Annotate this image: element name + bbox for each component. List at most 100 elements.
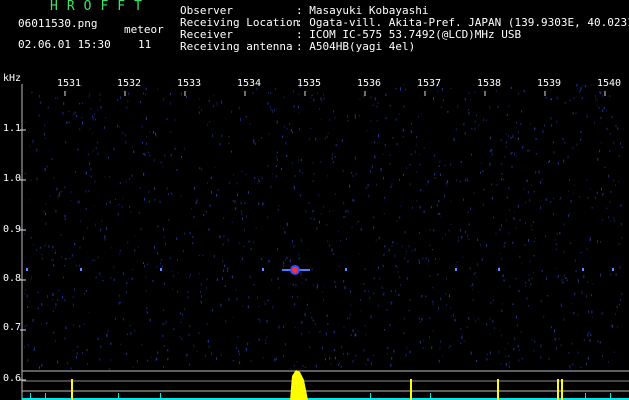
noise-dot	[88, 189, 90, 193]
noise-dot	[587, 197, 589, 199]
noise-dot	[522, 358, 523, 360]
noise-dot	[410, 153, 412, 156]
x-tick-label: 1532	[117, 78, 142, 89]
noise-dot	[440, 341, 441, 343]
echo-power-bar	[71, 379, 73, 400]
noise-dot	[576, 84, 578, 87]
noise-dot	[54, 307, 56, 309]
noise-dot	[239, 361, 241, 365]
noise-dot	[45, 137, 47, 139]
x-tick-label: 1535	[297, 78, 322, 89]
noise-dot	[299, 128, 301, 131]
echo-trace	[262, 268, 264, 271]
noise-dot	[389, 154, 391, 156]
noise-dot	[483, 188, 485, 191]
noise-dot	[220, 354, 222, 357]
noise-dot	[299, 169, 301, 172]
noise-dot	[569, 99, 571, 102]
noise-dot	[95, 223, 96, 227]
noise-dot	[378, 304, 380, 307]
noise-dot	[431, 346, 433, 349]
noise-dot	[551, 98, 552, 100]
noise-dot	[63, 276, 65, 279]
noise-dot	[212, 105, 214, 108]
noise-dot	[301, 172, 303, 174]
noise-dot	[396, 266, 398, 269]
noise-dot	[177, 272, 179, 275]
noise-dot	[450, 200, 452, 202]
noise-dot	[585, 362, 587, 366]
noise-dot	[588, 331, 590, 334]
noise-dot	[480, 171, 482, 174]
noise-dot	[589, 339, 591, 342]
noise-dot	[70, 191, 72, 194]
noise-dot	[355, 333, 357, 337]
noise-dot	[298, 93, 300, 95]
noise-dot	[264, 339, 266, 341]
noise-dot	[100, 345, 102, 348]
noise-dot	[500, 163, 502, 165]
noise-dot	[620, 299, 621, 301]
noise-dot	[419, 163, 421, 166]
noise-dot	[549, 160, 550, 162]
noise-dot	[64, 218, 66, 220]
noise-dot	[79, 246, 81, 249]
noise-dot	[162, 165, 164, 168]
noise-dot	[92, 132, 94, 134]
noise-dot	[601, 312, 603, 315]
noise-dot	[165, 320, 167, 323]
echo-trace	[612, 268, 614, 271]
noise-dot	[71, 254, 73, 257]
noise-dot	[209, 204, 211, 208]
noise-dot	[277, 209, 279, 211]
noise-dot	[476, 360, 478, 362]
noise-dot	[613, 141, 615, 145]
noise-dot	[110, 247, 112, 249]
noise-dot	[620, 204, 622, 207]
noise-dot	[621, 293, 623, 295]
noise-dot	[563, 159, 565, 163]
noise-dot	[316, 227, 318, 230]
noise-dot	[513, 348, 515, 351]
noise-dot	[609, 95, 611, 97]
noise-dot	[596, 104, 598, 106]
noise-dot	[360, 228, 362, 231]
noise-dot	[248, 296, 250, 299]
noise-dot	[586, 113, 588, 116]
noise-dot	[515, 277, 517, 280]
noise-dot	[231, 221, 233, 223]
noise-dot	[75, 171, 77, 173]
noise-dot	[474, 91, 476, 94]
noise-dot	[54, 340, 56, 342]
noise-dot	[29, 300, 31, 303]
noise-dot	[72, 296, 74, 298]
noise-dot	[64, 186, 66, 189]
noise-dot	[492, 299, 494, 301]
noise-dot	[409, 183, 411, 186]
noise-dot	[99, 358, 101, 361]
noise-dot	[610, 220, 612, 222]
noise-dot	[258, 202, 260, 205]
noise-dot	[364, 325, 366, 327]
noise-dot	[359, 115, 361, 117]
x-tick-label: 1538	[477, 78, 502, 89]
noise-dot	[404, 231, 406, 234]
noise-dot	[334, 356, 336, 360]
noise-dot	[334, 156, 336, 158]
noise-dot	[77, 346, 79, 348]
noise-dot	[583, 339, 585, 341]
echo-trace	[80, 268, 82, 271]
noise-dot	[449, 294, 450, 297]
noise-dot	[120, 96, 122, 100]
noise-dot	[548, 357, 550, 360]
noise-dot	[154, 245, 156, 249]
noise-dot	[530, 185, 532, 187]
noise-dot	[79, 325, 81, 328]
noise-dot	[615, 273, 617, 276]
noise-dot	[276, 151, 278, 154]
noise-dot	[594, 95, 596, 98]
noise-dot	[193, 215, 195, 219]
noise-dot	[90, 108, 92, 110]
noise-dot	[208, 228, 210, 231]
echo-trace	[498, 268, 500, 271]
